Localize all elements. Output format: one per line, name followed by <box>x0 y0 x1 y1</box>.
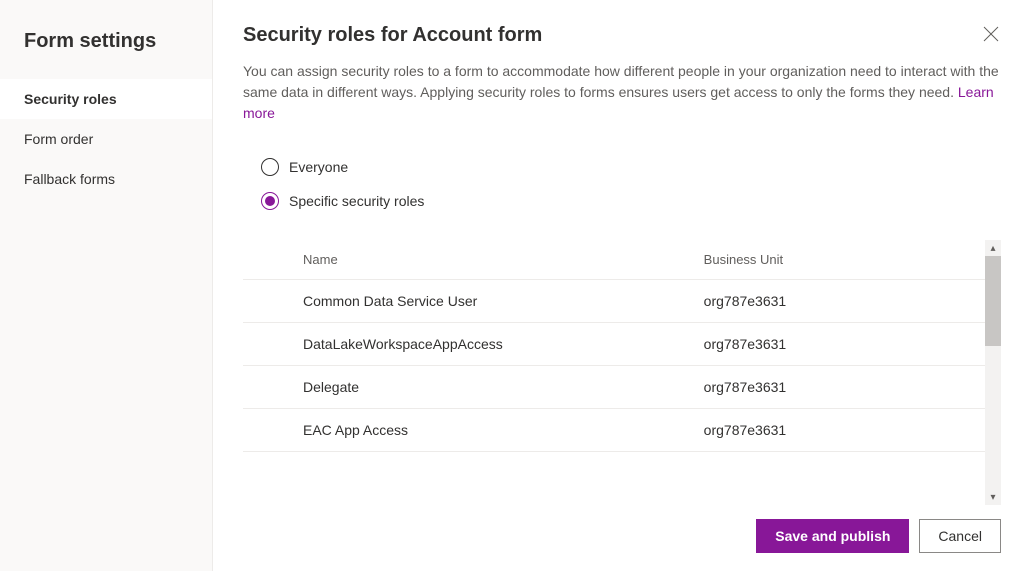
table-cell-business-unit: org787e3631 <box>704 409 985 452</box>
table-container: Name Business Unit Common Data Service U… <box>243 240 1001 505</box>
table-cell-name: Delegate <box>303 366 704 409</box>
table-cell-business-unit: org787e3631 <box>704 280 985 323</box>
table-cell-spacer <box>243 280 303 323</box>
nav-item-form-order[interactable]: Form order <box>0 119 212 159</box>
table-row[interactable]: Delegate org787e3631 <box>243 366 985 409</box>
table-cell-business-unit: org787e3631 <box>704 366 985 409</box>
table-cell-spacer <box>243 366 303 409</box>
main-panel: Security roles for Account form You can … <box>213 0 1031 571</box>
page-title: Security roles for Account form <box>243 24 542 47</box>
description-text: You can assign security roles to a form … <box>243 63 999 100</box>
table-cell-name: DataLakeWorkspaceAppAccess <box>303 323 704 366</box>
radio-specific-roles[interactable]: Specific security roles <box>261 184 1001 218</box>
scroll-arrow-up-icon[interactable]: ▴ <box>985 240 1001 256</box>
nav-item-label: Form order <box>24 131 93 147</box>
table-wrapper: Name Business Unit Common Data Service U… <box>243 240 985 505</box>
radio-label: Everyone <box>289 159 348 175</box>
table-cell-business-unit: org787e3631 <box>704 323 985 366</box>
table-cell-spacer <box>243 409 303 452</box>
table-row[interactable]: DataLakeWorkspaceAppAccess org787e3631 <box>243 323 985 366</box>
table-header-business-unit[interactable]: Business Unit <box>704 240 985 280</box>
table-row[interactable]: EAC App Access org787e3631 <box>243 409 985 452</box>
description: You can assign security roles to a form … <box>243 61 1001 124</box>
table-cell-spacer <box>243 323 303 366</box>
radio-dot-icon <box>265 196 275 206</box>
sidebar: Form settings Security roles Form order … <box>0 0 213 571</box>
nav-item-security-roles[interactable]: Security roles <box>0 79 212 119</box>
footer: Save and publish Cancel <box>243 519 1001 553</box>
close-button[interactable] <box>981 24 1001 47</box>
radio-label: Specific security roles <box>289 193 424 209</box>
sidebar-title: Form settings <box>0 22 212 79</box>
table-cell-name: Common Data Service User <box>303 280 704 323</box>
radio-circle-icon <box>261 192 279 210</box>
scroll-thumb[interactable] <box>985 256 1001 346</box>
scrollbar[interactable]: ▴ ▾ <box>985 240 1001 505</box>
roles-table: Name Business Unit Common Data Service U… <box>243 240 985 452</box>
cancel-button[interactable]: Cancel <box>919 519 1001 553</box>
table-cell-name: EAC App Access <box>303 409 704 452</box>
radio-group: Everyone Specific security roles <box>243 150 1001 218</box>
radio-circle-icon <box>261 158 279 176</box>
scroll-arrow-down-icon[interactable]: ▾ <box>985 489 1001 505</box>
table-header-name[interactable]: Name <box>303 240 704 280</box>
nav-item-label: Security roles <box>24 91 117 107</box>
nav-item-fallback-forms[interactable]: Fallback forms <box>0 159 212 199</box>
header-row: Security roles for Account form <box>243 24 1001 61</box>
close-icon <box>983 26 999 42</box>
save-and-publish-button[interactable]: Save and publish <box>756 519 909 553</box>
table-header-spacer <box>243 240 303 280</box>
table-row[interactable]: Common Data Service User org787e3631 <box>243 280 985 323</box>
table-header-row: Name Business Unit <box>243 240 985 280</box>
radio-everyone[interactable]: Everyone <box>261 150 1001 184</box>
nav-item-label: Fallback forms <box>24 171 115 187</box>
